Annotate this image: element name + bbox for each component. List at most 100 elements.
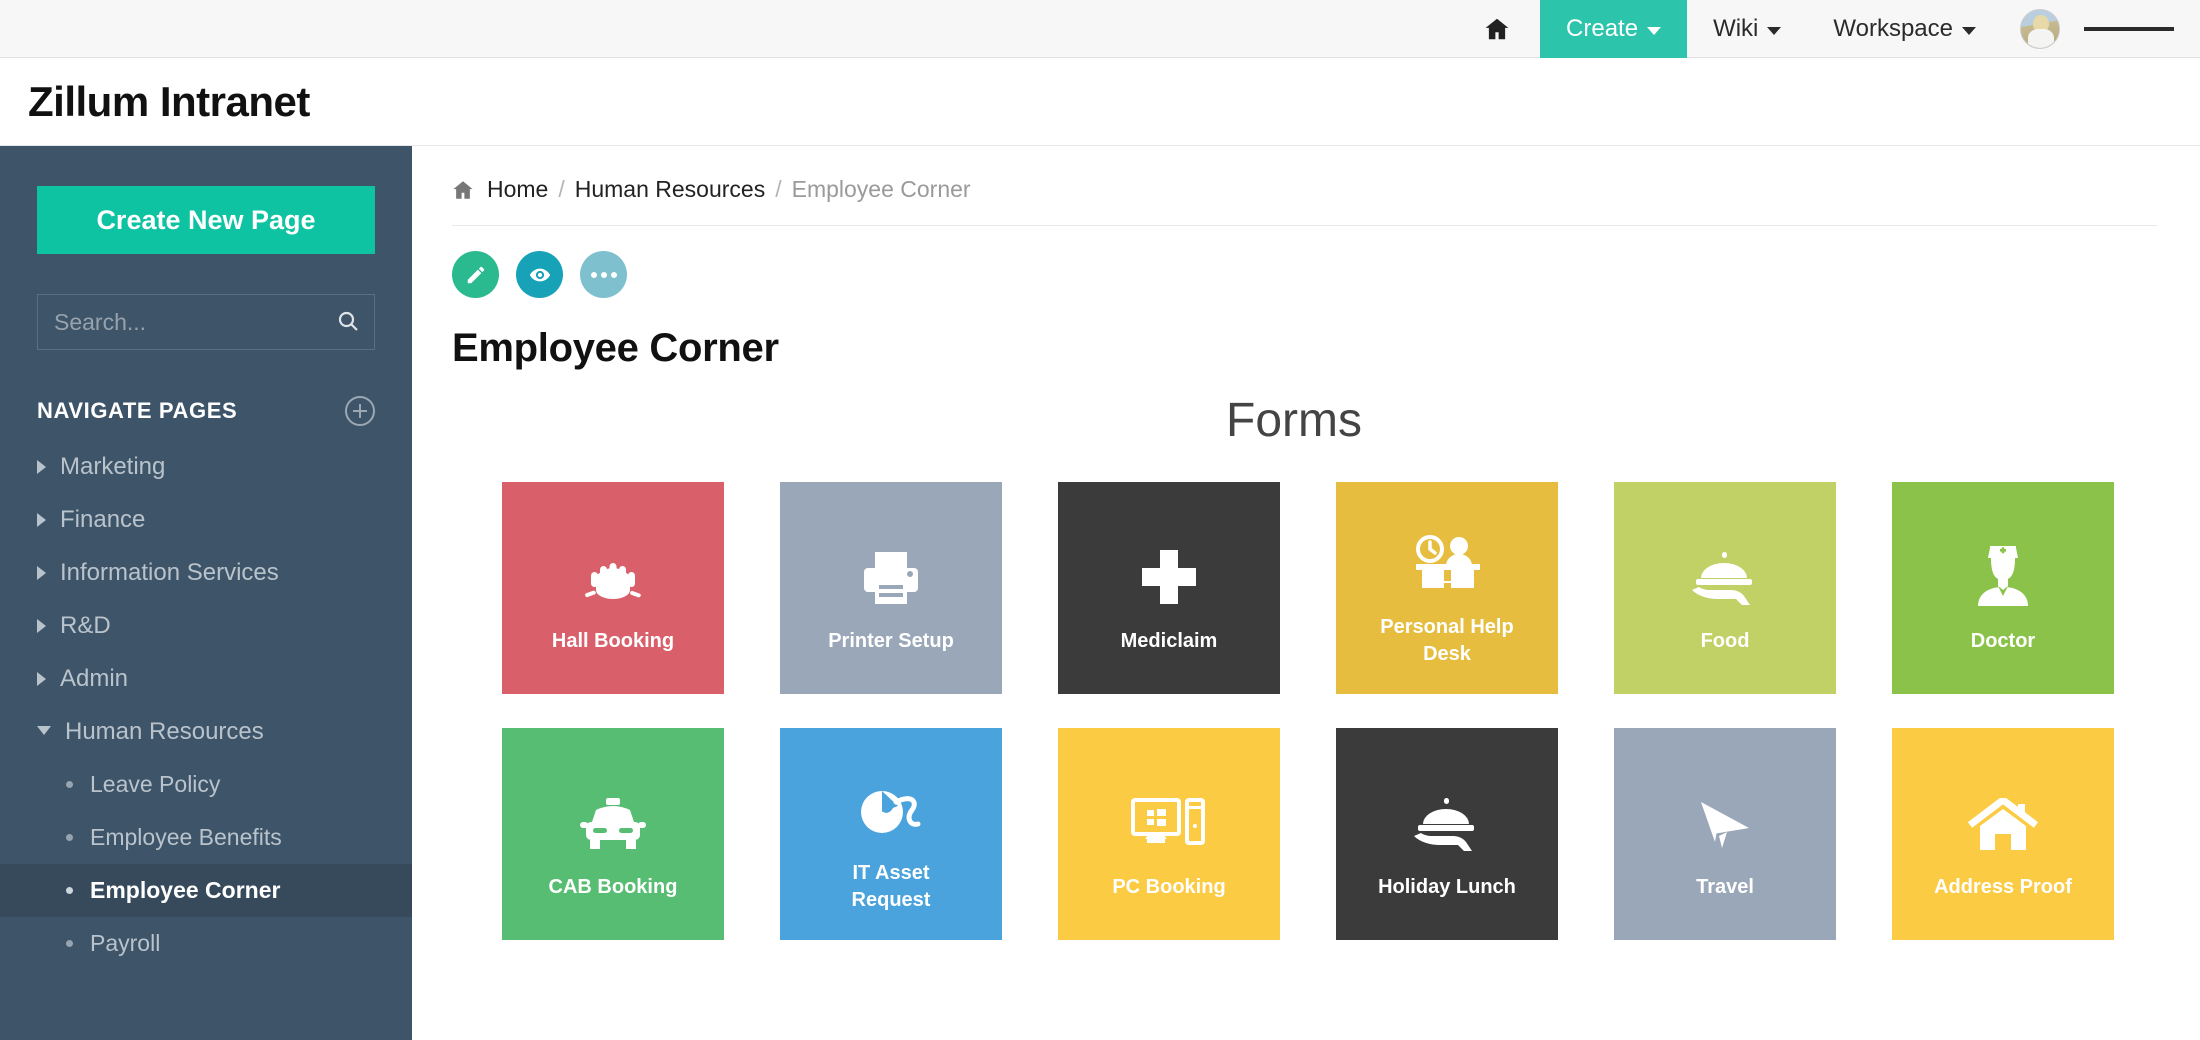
tile-label: Food (1700, 629, 1750, 652)
breadcrumb-separator: / (558, 176, 565, 202)
bullet-icon (66, 940, 73, 947)
more-button[interactable] (580, 251, 627, 298)
tile-label: Hall Booking (551, 629, 675, 652)
sidebar-item-finance[interactable]: Finance (0, 493, 412, 546)
tile-label: CAB Booking (548, 875, 678, 898)
hamburger-menu-icon[interactable] (2070, 0, 2200, 57)
breadcrumb-home[interactable]: Home (487, 176, 548, 203)
app-title-bar: Zillum Intranet (0, 58, 2200, 146)
forms-grid-row-2: CAB Booking IT Asset Request PC Booking … (502, 728, 2114, 940)
view-button[interactable] (516, 251, 563, 298)
navigate-pages-header: NAVIGATE PAGES (37, 396, 375, 426)
food-tray-icon (1688, 522, 1762, 608)
wiki-nav-button[interactable]: Wiki (1687, 0, 1807, 58)
chevron-right-icon (37, 565, 46, 580)
page-action-buttons (412, 226, 2200, 298)
sidebar-item-payroll[interactable]: Payroll (0, 917, 412, 970)
food-tray-icon (1410, 768, 1484, 854)
sidebar-subitem-label: Employee Corner (90, 877, 281, 903)
avatar-button[interactable] (2002, 0, 2070, 57)
app-title: Zillum Intranet (28, 77, 310, 125)
search-icon (338, 311, 358, 331)
page-title: Employee Corner (452, 326, 779, 370)
breadcrumb-human-resources[interactable]: Human Resources (575, 176, 765, 203)
tile-holiday-lunch[interactable]: Holiday Lunch (1336, 728, 1558, 940)
help-desk-icon (1412, 508, 1482, 594)
bullet-icon (66, 781, 73, 788)
breadcrumb-separator: / (775, 176, 782, 202)
tile-label: Address Proof (1934, 875, 2072, 898)
search-input[interactable] (38, 295, 374, 349)
tile-it-asset-request[interactable]: IT Asset Request (780, 728, 1002, 940)
tile-label: Travel (1696, 875, 1754, 898)
sidebar-item-label: Information Services (60, 558, 279, 586)
sidebar-item-label: Finance (60, 505, 146, 533)
sidebar-subitem-label: Payroll (90, 930, 161, 956)
chevron-right-icon (37, 459, 46, 474)
home-nav-button[interactable] (1454, 0, 1540, 58)
sidebar-item-label: R&D (60, 611, 111, 639)
home-icon (453, 180, 473, 199)
paper-plane-icon (1691, 768, 1759, 854)
computer-mouse-icon (856, 754, 926, 840)
tile-label: Doctor (1970, 629, 2036, 652)
doctor-icon (1972, 522, 2034, 608)
create-nav-button[interactable]: Create (1540, 0, 1688, 58)
sidebar-subitem-label: Employee Benefits (90, 824, 282, 850)
tile-mediclaim[interactable]: Mediclaim (1058, 482, 1280, 694)
chevron-down-icon (37, 725, 51, 742)
ellipsis-icon (590, 271, 617, 278)
tile-personal-help-desk[interactable]: Personal Help Desk (1336, 482, 1558, 694)
wiki-nav-label: Wiki (1713, 15, 1759, 42)
taxi-icon (578, 768, 648, 854)
breadcrumb-current: Employee Corner (791, 176, 971, 202)
tile-label: Mediclaim (1120, 629, 1218, 652)
sidebar-item-employee-corner[interactable]: Employee Corner (0, 864, 412, 917)
forms-grid-row-1: Hall Booking Printer Setup Mediclaim Per… (502, 482, 2114, 694)
tile-pc-booking[interactable]: PC Booking (1058, 728, 1280, 940)
tile-food[interactable]: Food (1614, 482, 1836, 694)
tile-label: IT Asset Request (851, 862, 931, 911)
main-content: Home / Human Resources / Employee Corner… (412, 146, 2200, 1040)
tile-doctor[interactable]: Doctor (1892, 482, 2114, 694)
tile-travel[interactable]: Travel (1614, 728, 1836, 940)
navigate-pages-label: NAVIGATE PAGES (37, 398, 238, 423)
plus-circle-icon[interactable] (345, 396, 375, 426)
desktop-pc-icon (1131, 768, 1207, 854)
home-icon (1485, 18, 1509, 40)
forms-heading: Forms (1226, 394, 1362, 447)
conference-table-icon (577, 522, 649, 608)
sidebar-item-information-services[interactable]: Information Services (0, 546, 412, 599)
sidebar-search[interactable] (37, 294, 375, 350)
bullet-icon (66, 834, 73, 841)
sidebar-item-human-resources[interactable]: Human Resources (0, 705, 412, 758)
sidebar-item-leave-policy[interactable]: Leave Policy (0, 758, 412, 811)
create-new-page-button[interactable]: Create New Page (37, 186, 375, 254)
sidebar-nav-list: Marketing Finance Information Services R… (0, 440, 412, 970)
chevron-down-icon (1647, 26, 1662, 35)
sidebar: Create New Page NAVIGATE PAGES Marketing… (0, 146, 412, 1040)
tile-label: Personal Help Desk (1380, 616, 1514, 665)
create-nav-label: Create (1566, 15, 1639, 42)
chevron-right-icon (37, 671, 46, 686)
tile-cab-booking[interactable]: CAB Booking (502, 728, 724, 940)
printer-icon (858, 522, 924, 608)
tile-printer-setup[interactable]: Printer Setup (780, 482, 1002, 694)
medical-cross-icon (1138, 522, 1200, 608)
workspace-nav-button[interactable]: Workspace (1807, 0, 2002, 58)
top-navigation-bar: Create Wiki Workspace (0, 0, 2200, 58)
sidebar-item-marketing[interactable]: Marketing (0, 440, 412, 493)
sidebar-item-admin[interactable]: Admin (0, 652, 412, 705)
eye-icon (529, 268, 550, 281)
tile-label: Holiday Lunch (1378, 875, 1516, 898)
sidebar-item-rnd[interactable]: R&D (0, 599, 412, 652)
sidebar-subitem-label: Leave Policy (90, 771, 221, 797)
tile-hall-booking[interactable]: Hall Booking (502, 482, 724, 694)
breadcrumb: Home / Human Resources / Employee Corner (412, 146, 2200, 203)
pencil-icon (467, 266, 484, 283)
sidebar-item-employee-benefits[interactable]: Employee Benefits (0, 811, 412, 864)
edit-button[interactable] (452, 251, 499, 298)
bullet-icon (66, 887, 73, 894)
avatar (2020, 8, 2060, 49)
tile-address-proof[interactable]: Address Proof (1892, 728, 2114, 940)
